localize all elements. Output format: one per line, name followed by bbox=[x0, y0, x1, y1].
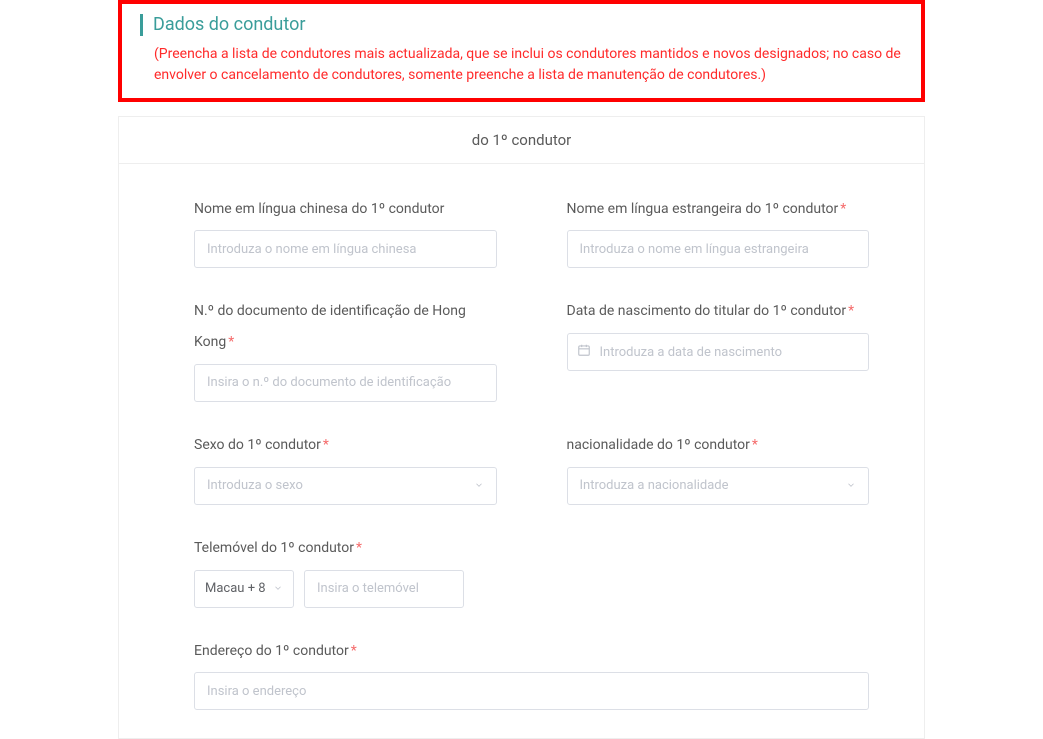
chevron-down-icon bbox=[273, 582, 283, 596]
select-nacionalidade-placeholder: Introduza a nacionalidade bbox=[580, 478, 729, 493]
label-nascimento: Data de nascimento do titular do 1º cond… bbox=[567, 296, 870, 327]
label-telemovel: Telemóvel do 1º condutor* bbox=[194, 533, 497, 564]
label-doc-hk: N.º do documento de identificação de Hon… bbox=[194, 296, 497, 358]
header-highlight-box: Dados do condutor (Preencha a lista de c… bbox=[118, 0, 925, 102]
required-marker: * bbox=[323, 437, 329, 453]
input-nome-fr[interactable] bbox=[567, 230, 870, 268]
required-marker: * bbox=[351, 643, 357, 659]
label-endereco: Endereço do 1º condutor* bbox=[194, 636, 869, 667]
input-doc-hk[interactable] bbox=[194, 364, 497, 402]
form-card: do 1º condutor Nome em língua chinesa do… bbox=[118, 116, 925, 739]
phone-prefix-value: Macau + 8 bbox=[205, 581, 266, 596]
required-marker: * bbox=[848, 303, 854, 319]
required-marker: * bbox=[752, 437, 758, 453]
label-nome-cn: Nome em língua chinesa do 1º condutor bbox=[194, 194, 497, 225]
input-nome-cn[interactable] bbox=[194, 230, 497, 268]
select-sexo-placeholder: Introduza o sexo bbox=[207, 478, 303, 493]
chevron-down-icon bbox=[846, 479, 856, 493]
select-nacionalidade[interactable]: Introduza a nacionalidade bbox=[567, 467, 870, 505]
required-marker: * bbox=[356, 540, 362, 556]
card-header: do 1º condutor bbox=[119, 117, 924, 164]
select-phone-prefix[interactable]: Macau + 8 bbox=[194, 570, 294, 608]
required-marker: * bbox=[228, 334, 234, 350]
select-sexo[interactable]: Introduza o sexo bbox=[194, 467, 497, 505]
input-nascimento[interactable] bbox=[567, 333, 870, 371]
label-sexo: Sexo do 1º condutor* bbox=[194, 430, 497, 461]
section-title: Dados do condutor bbox=[140, 14, 903, 36]
section-note: (Preencha a lista de condutores mais act… bbox=[140, 44, 903, 86]
chevron-down-icon bbox=[474, 479, 484, 493]
input-endereco[interactable] bbox=[194, 672, 869, 710]
label-nome-fr: Nome em língua estrangeira do 1º conduto… bbox=[567, 194, 870, 225]
required-marker: * bbox=[840, 201, 846, 217]
input-telemovel[interactable] bbox=[304, 570, 464, 608]
label-nacionalidade: nacionalidade do 1º condutor* bbox=[567, 430, 870, 461]
